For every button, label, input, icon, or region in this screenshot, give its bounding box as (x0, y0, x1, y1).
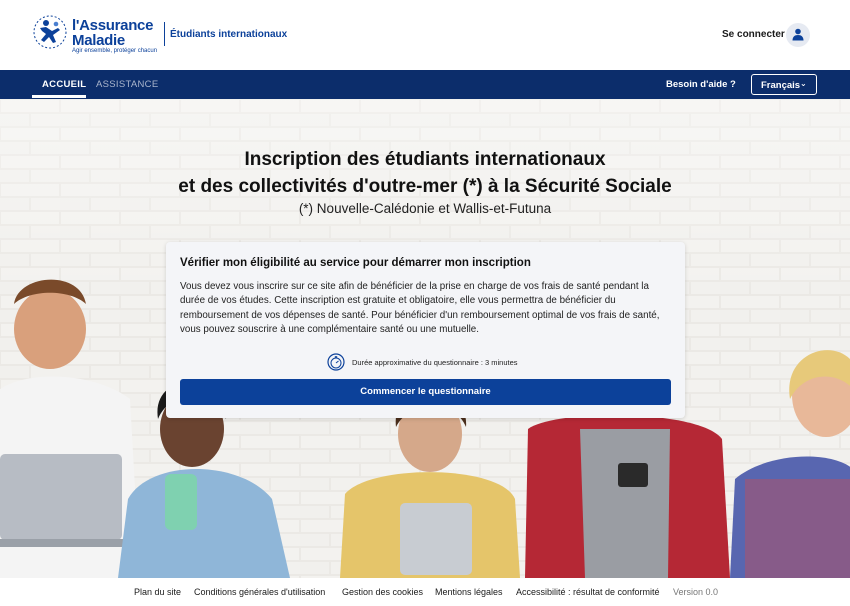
account-avatar-button[interactable] (786, 23, 810, 47)
page-title: Inscription des étudiants internationaux… (0, 146, 850, 200)
user-icon (792, 28, 804, 41)
active-tab-indicator (32, 95, 86, 98)
footer-link-cgu[interactable]: Conditions générales d'utilisation (194, 587, 325, 597)
logo-text-line2: Maladie (72, 32, 125, 49)
brand-divider (164, 22, 165, 46)
login-link[interactable]: Se connecter (722, 29, 785, 40)
page-title-line2: et des collectivités d'outre-mer (*) à l… (178, 176, 672, 197)
version-label: Version 0.0 (673, 587, 719, 597)
footer-link-mentions-legales[interactable]: Mentions légales (435, 587, 503, 597)
nav-tab-assistance[interactable]: ASSISTANCE (96, 79, 158, 90)
stopwatch-icon (327, 353, 345, 371)
language-select[interactable]: Français ⌄ (751, 74, 817, 95)
page-subtitle: (*) Nouvelle-Calédonie et Wallis-et-Futu… (298, 201, 552, 216)
page-footer: Plan du site Conditions générales d'util… (0, 578, 850, 606)
help-link[interactable]: Besoin d'aide ? (666, 79, 736, 90)
top-header: l'Assurance Maladie Agir ensemble, proté… (0, 0, 850, 70)
logo-text-line1: l'Assurance (72, 17, 154, 34)
assurance-maladie-logo[interactable]: l'Assurance Maladie Agir ensemble, proté… (32, 14, 160, 56)
footer-link-plan-du-site[interactable]: Plan du site (134, 587, 181, 597)
footer-link-accessibilite[interactable]: Accessibilité : résultat de conformité (516, 587, 660, 597)
main-nav: ACCUEIL ASSISTANCE Besoin d'aide ? (0, 70, 850, 99)
chevron-down-icon: ⌄ (800, 79, 807, 88)
site-subtitle: Étudiants internationaux (170, 29, 288, 40)
nav-tab-accueil[interactable]: ACCUEIL (42, 79, 86, 90)
card-description: Vous devez vous inscrire sur ce site afi… (180, 281, 660, 335)
running-figures-icon (33, 15, 67, 49)
duration-text: Durée approximative du questionnaire : 3… (352, 358, 518, 367)
page-title-line1: Inscription des étudiants internationaux (244, 149, 606, 170)
footer-link-cookies[interactable]: Gestion des cookies (342, 587, 423, 597)
logo-tagline: Agir ensemble, protéger chacun (72, 48, 158, 54)
start-questionnaire-button[interactable]: Commencer le questionnaire (180, 379, 671, 405)
eligibility-card: Vérifier mon éligibilité au service pour… (166, 242, 685, 418)
language-select-value: Français (761, 80, 801, 91)
card-heading: Vérifier mon éligibilité au service pour… (180, 257, 531, 269)
